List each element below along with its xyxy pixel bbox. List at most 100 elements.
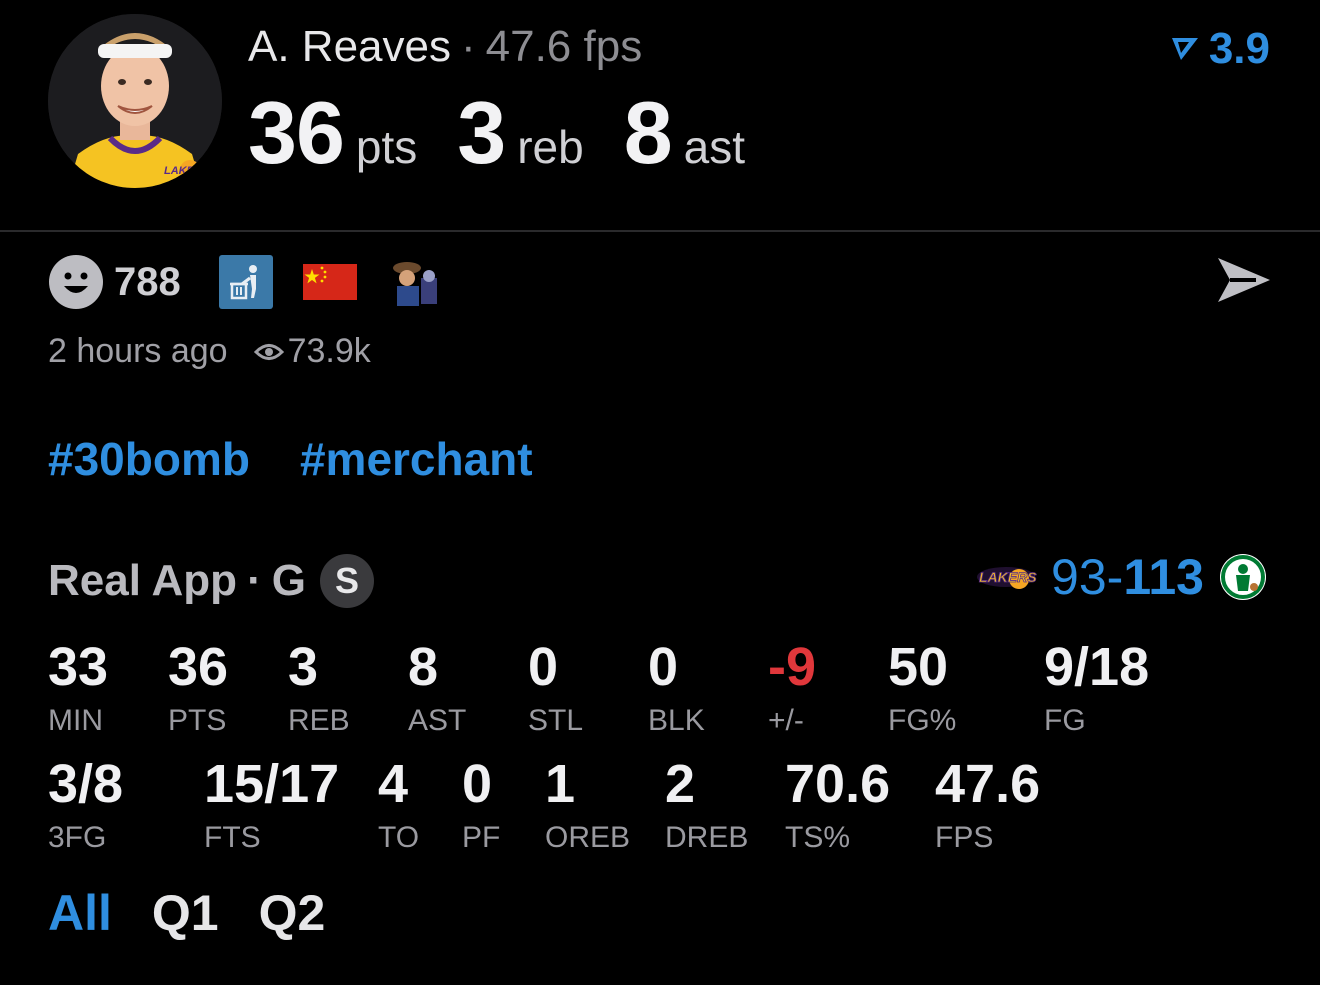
tab-all[interactable]: All bbox=[48, 884, 112, 942]
player-name[interactable]: A. Reaves bbox=[248, 22, 451, 71]
send-icon[interactable] bbox=[1216, 256, 1272, 306]
view-count: 73.9k bbox=[253, 332, 371, 371]
stat-label: PF bbox=[462, 821, 501, 854]
stat-dreb: 2 DREB bbox=[665, 757, 748, 855]
timestamp: 2 hours ago bbox=[48, 332, 228, 370]
stat-label: MIN bbox=[48, 704, 103, 737]
stat-fps: 47.6 FPS bbox=[935, 757, 1040, 855]
headline-points-unit: pts bbox=[355, 121, 418, 173]
stat-value: 8 bbox=[408, 637, 439, 697]
stat-fg: 9/18 FG bbox=[1044, 640, 1149, 738]
tab-q2[interactable]: Q2 bbox=[259, 884, 326, 942]
stat-ts-pct: 70.6 TS% bbox=[785, 757, 890, 855]
stat-value: 47.6 bbox=[935, 754, 1041, 814]
stat-value: 1 bbox=[545, 754, 576, 814]
game-source: Real App · G S bbox=[48, 554, 374, 608]
rating[interactable]: 3.9 bbox=[1169, 24, 1270, 74]
stat-blk: 0 BLK bbox=[648, 640, 705, 738]
separator-dot: · bbox=[247, 556, 262, 605]
stat-fg-pct: 50 FG% bbox=[888, 640, 956, 738]
stat-label: STL bbox=[528, 704, 584, 737]
post-meta: 2 hours ago 73.9k bbox=[48, 332, 371, 371]
headline-points-value: 36 bbox=[248, 83, 345, 182]
reaction-count[interactable]: 788 bbox=[114, 260, 181, 305]
stat-label: PTS bbox=[168, 704, 227, 737]
home-score: 113 bbox=[1123, 549, 1204, 605]
starter-badge: S bbox=[319, 554, 374, 608]
stat-label: AST bbox=[408, 704, 467, 737]
stat-label: 3FG bbox=[48, 821, 107, 854]
rating-value: 3.9 bbox=[1208, 24, 1270, 73]
headline-rebounds-unit: reb bbox=[517, 121, 584, 173]
hashtag-merchant[interactable]: #merchant bbox=[300, 432, 533, 486]
score-text: 93-113 bbox=[1051, 548, 1204, 606]
stat-ast: 8 AST bbox=[408, 640, 466, 738]
source-name[interactable]: Real App bbox=[48, 556, 237, 606]
stat-reb: 3 REB bbox=[288, 640, 350, 738]
hashtag-list: #30bomb #merchant bbox=[48, 432, 533, 486]
game-score[interactable]: LAKERS 93-113 bbox=[975, 548, 1268, 606]
woody-sticker-icon[interactable] bbox=[386, 258, 441, 306]
stat-value: 3/8 bbox=[48, 754, 124, 814]
stat-pts: 36 PTS bbox=[168, 640, 228, 738]
headline-assists-unit: ast bbox=[683, 121, 746, 173]
stat-label: DREB bbox=[665, 821, 749, 854]
stat-value: 9/18 bbox=[1044, 637, 1150, 697]
lakers-logo-icon: LAKERS bbox=[977, 567, 1037, 589]
headline-assists-value: 8 bbox=[623, 83, 673, 182]
tab-q1[interactable]: Q1 bbox=[152, 884, 219, 942]
filter-arrow-icon bbox=[1171, 38, 1198, 60]
separator-dot: · bbox=[460, 22, 476, 71]
stat-to: 4 TO bbox=[378, 757, 419, 855]
stat-label: OREB bbox=[545, 821, 631, 854]
stat-value: 2 bbox=[665, 754, 696, 814]
china-flag-icon[interactable] bbox=[302, 264, 357, 300]
eye-icon bbox=[253, 343, 284, 360]
stat-label: FTS bbox=[204, 821, 261, 854]
stat-pf: 0 PF bbox=[462, 757, 500, 855]
stat-fts: 15/17 FTS bbox=[204, 757, 339, 855]
score-dash: - bbox=[1106, 549, 1124, 605]
stat-value: 3 bbox=[288, 637, 319, 697]
trash-person-glyph bbox=[229, 265, 257, 300]
headline-stats: 36 pts 3 reb 8 ast bbox=[248, 82, 785, 184]
stat-label: BLK bbox=[648, 704, 705, 737]
stat-value: 0 bbox=[462, 754, 493, 814]
stat-label: +/- bbox=[768, 704, 804, 737]
reaction-bar: 788 bbox=[48, 254, 441, 310]
stat-label: TS% bbox=[785, 821, 851, 854]
player-header: A. Reaves · 47.6 fps bbox=[248, 22, 642, 72]
headline-rebounds-value: 3 bbox=[457, 83, 506, 182]
stat-label: TO bbox=[378, 821, 420, 854]
stat-value: 36 bbox=[168, 637, 229, 697]
stat-value: 50 bbox=[888, 637, 949, 697]
view-count-value: 73.9k bbox=[287, 332, 371, 370]
player-photo: LAKERS bbox=[48, 14, 222, 188]
divider bbox=[0, 230, 1320, 232]
away-score: 93 bbox=[1051, 549, 1107, 605]
celtics-logo-icon bbox=[1220, 554, 1266, 600]
stat-plus-minus: -9 +/- bbox=[768, 640, 816, 738]
hashtag-30bomb[interactable]: #30bomb bbox=[48, 432, 250, 486]
stat-3fg: 3/8 3FG bbox=[48, 757, 123, 855]
player-position: G bbox=[271, 556, 306, 605]
post-card: LAKERS A. Reaves · 47.6 fps 3.9 36 pts 3 r… bbox=[0, 0, 1320, 985]
trash-person-icon[interactable] bbox=[218, 255, 273, 309]
fps-summary: 47.6 fps bbox=[485, 22, 643, 71]
stat-label: FG% bbox=[888, 704, 957, 737]
period-filter-tabs: All Q1 Q2 bbox=[48, 884, 325, 942]
stat-label: FPS bbox=[935, 821, 994, 854]
stat-value: 0 bbox=[528, 637, 559, 697]
stat-min: 33 MIN bbox=[48, 640, 108, 738]
svg-text:LAKERS: LAKERS bbox=[164, 165, 210, 177]
smile-icon[interactable] bbox=[48, 254, 104, 310]
player-avatar[interactable]: LAKERS bbox=[48, 14, 222, 188]
stat-label: REB bbox=[288, 704, 350, 737]
stat-oreb: 1 OREB bbox=[545, 757, 630, 855]
svg-text:LAKERS: LAKERS bbox=[979, 569, 1037, 585]
stat-value: 4 bbox=[378, 754, 409, 814]
stat-value: 0 bbox=[648, 637, 679, 697]
stat-stl: 0 STL bbox=[528, 640, 583, 738]
stat-value: 70.6 bbox=[785, 754, 891, 814]
stat-value: 15/17 bbox=[204, 754, 340, 814]
